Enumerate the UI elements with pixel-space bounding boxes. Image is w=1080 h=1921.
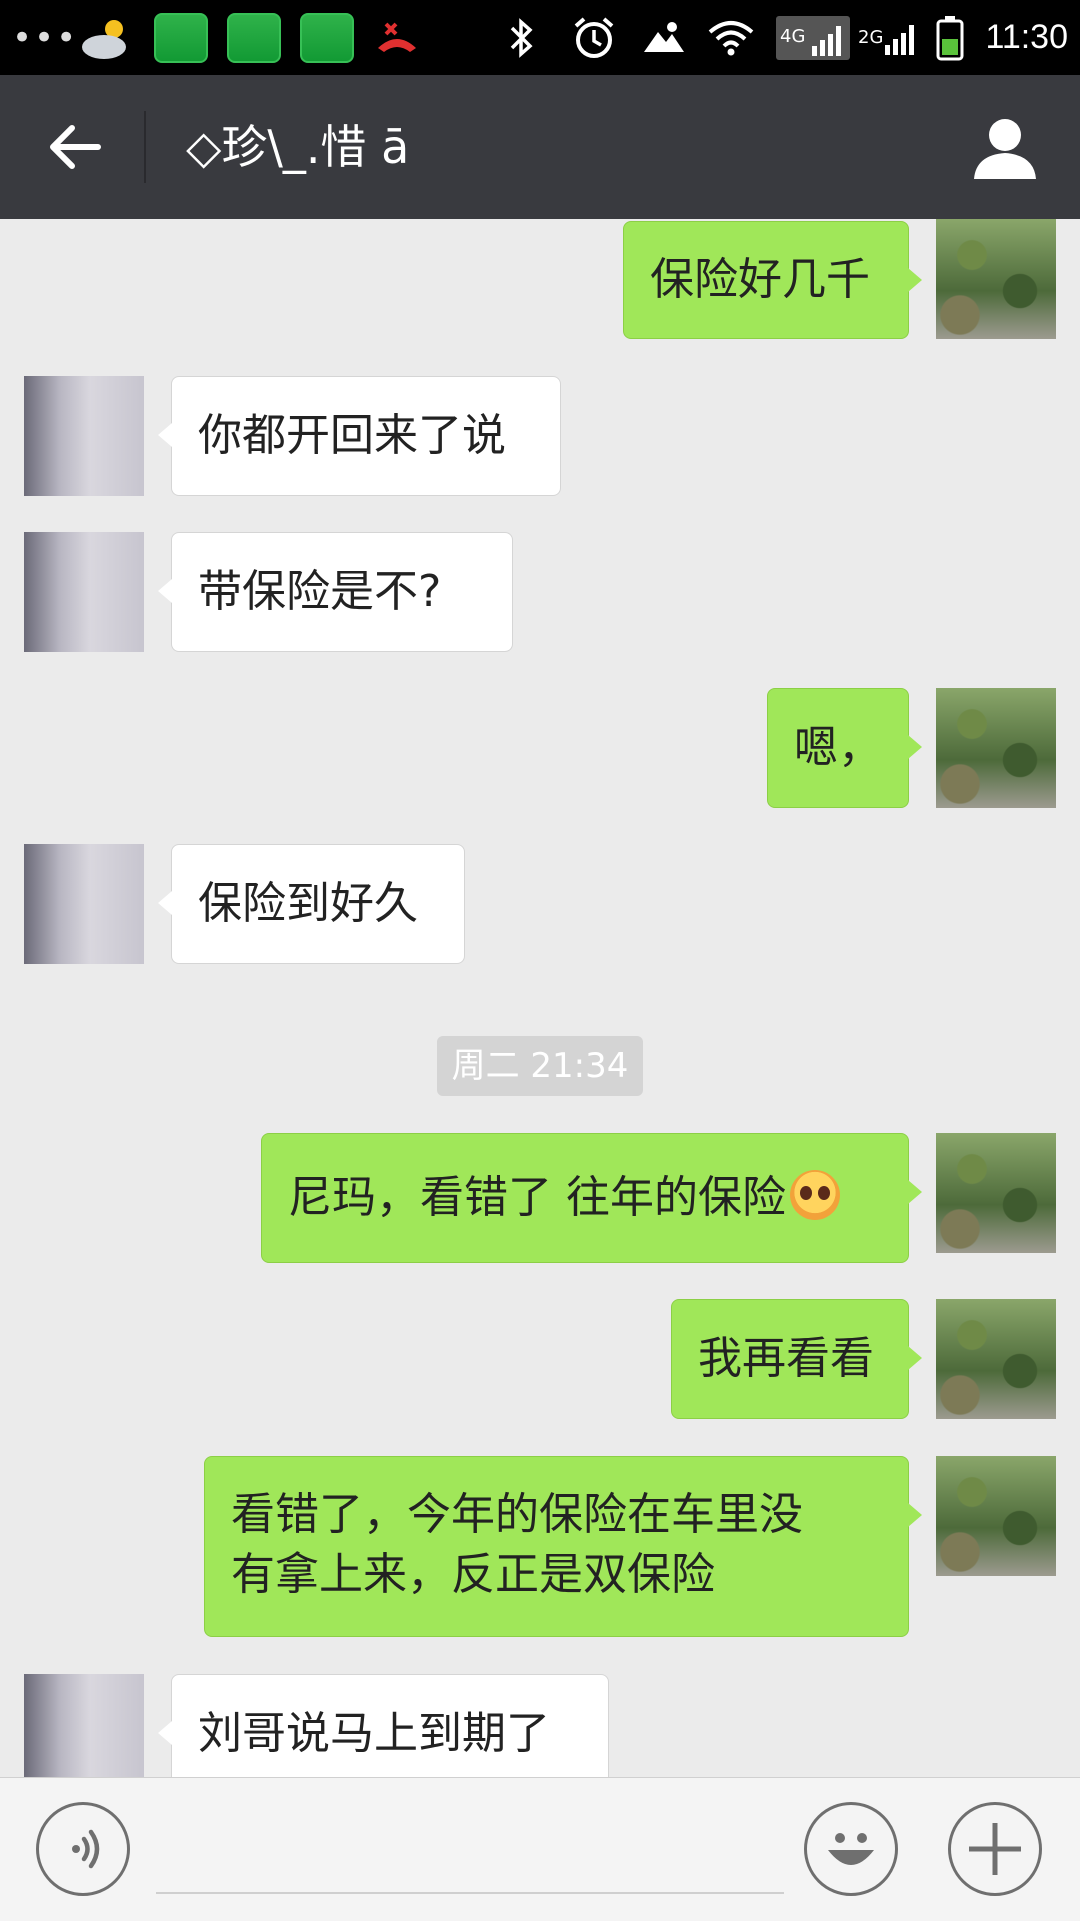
my-avatar[interactable] xyxy=(936,1299,1056,1419)
status-bar: ••• 4G 2G 11:30 xyxy=(0,0,1080,75)
sent-message-bubble[interactable]: 嗯， xyxy=(767,688,922,808)
back-arrow-icon xyxy=(50,125,101,169)
app-icon xyxy=(154,13,208,63)
message-text: 你都开回来了说 xyxy=(198,410,506,461)
message-text: 看错了，今年的保险在车里没 有拿上来，反正是双保险 xyxy=(205,1457,908,1605)
header-divider xyxy=(144,111,146,183)
voice-input-button[interactable] xyxy=(36,1802,130,1896)
more-options-button[interactable] xyxy=(948,1802,1042,1896)
message-text: 尼玛，看错了 往年的保险 xyxy=(288,1172,786,1223)
message-text: 保险到好久 xyxy=(198,878,418,929)
contact-avatar[interactable] xyxy=(24,532,144,652)
back-button[interactable] xyxy=(30,111,120,183)
received-message-bubble[interactable]: 刘哥说马上到期了 xyxy=(158,1674,609,1777)
my-avatar[interactable] xyxy=(936,219,1056,339)
message-text-line: 看错了，今年的保险在车里没 xyxy=(231,1489,803,1540)
more-dots-icon: ••• xyxy=(12,17,79,58)
signal-2g-icon: 2G xyxy=(858,0,922,75)
message-timestamp: 周二 21:34 xyxy=(437,1036,643,1096)
my-avatar[interactable] xyxy=(936,1133,1056,1253)
network-2g-label: 2G xyxy=(858,27,884,48)
message-input[interactable] xyxy=(156,1818,784,1894)
received-message-bubble[interactable]: 保险到好久 xyxy=(158,844,465,964)
message-text: 我再看看 xyxy=(698,1333,874,1384)
missed-call-icon xyxy=(372,0,422,75)
weather-icon xyxy=(78,0,136,75)
network-4g-label: 4G xyxy=(780,25,806,47)
signal-4g-icon: 4G xyxy=(776,0,852,75)
smiley-icon xyxy=(828,1833,874,1865)
contact-avatar[interactable] xyxy=(24,376,144,496)
sent-message-bubble[interactable]: 尼玛，看错了 往年的保险 xyxy=(261,1133,922,1263)
message-list[interactable]: 保险好几千 你都开回来了说 带保险是不? 嗯， 保险到好久 周二 21:34 尼… xyxy=(0,219,1080,1777)
message-text: 嗯， xyxy=(794,722,882,773)
voice-icon xyxy=(72,1829,100,1869)
message-text: 刘哥说马上到期了 xyxy=(198,1708,550,1759)
sent-message-bubble[interactable]: 看错了，今年的保险在车里没 有拿上来，反正是双保险 xyxy=(204,1456,922,1637)
app-icon xyxy=(227,13,281,63)
wifi-icon xyxy=(708,0,754,75)
chat-header: ◇珍\_.惜 ā xyxy=(0,75,1080,219)
received-message-bubble[interactable]: 你都开回来了说 xyxy=(158,376,561,496)
message-text-wrap: 尼玛，看错了 往年的保险 xyxy=(262,1134,908,1262)
my-avatar[interactable] xyxy=(936,1456,1056,1576)
bluetooth-icon xyxy=(506,0,542,75)
contact-avatar[interactable] xyxy=(24,1674,144,1777)
message-text-line: 有拿上来，反正是双保险 xyxy=(231,1549,715,1600)
message-text: 保险好几千 xyxy=(650,254,870,305)
plus-icon xyxy=(969,1823,1021,1875)
sent-message-bubble[interactable]: 我再看看 xyxy=(671,1299,922,1419)
app-icon xyxy=(300,13,354,63)
sent-message-bubble[interactable]: 保险好几千 xyxy=(623,221,922,339)
alarm-icon xyxy=(570,0,620,75)
message-text: 带保险是不? xyxy=(198,566,442,617)
my-avatar[interactable] xyxy=(936,688,1056,808)
battery-icon xyxy=(936,0,972,75)
contact-avatar[interactable] xyxy=(24,844,144,964)
status-time: 11:30 xyxy=(985,18,1068,56)
sync-icon xyxy=(642,0,688,75)
person-icon xyxy=(974,119,1036,179)
embarrassed-emoji-icon xyxy=(790,1170,840,1220)
emoji-button[interactable] xyxy=(804,1802,898,1896)
chat-info-button[interactable] xyxy=(960,111,1050,183)
received-message-bubble[interactable]: 带保险是不? xyxy=(158,532,513,652)
chat-title: ◇珍\_.惜 ā xyxy=(186,120,410,174)
input-bar xyxy=(0,1777,1080,1921)
